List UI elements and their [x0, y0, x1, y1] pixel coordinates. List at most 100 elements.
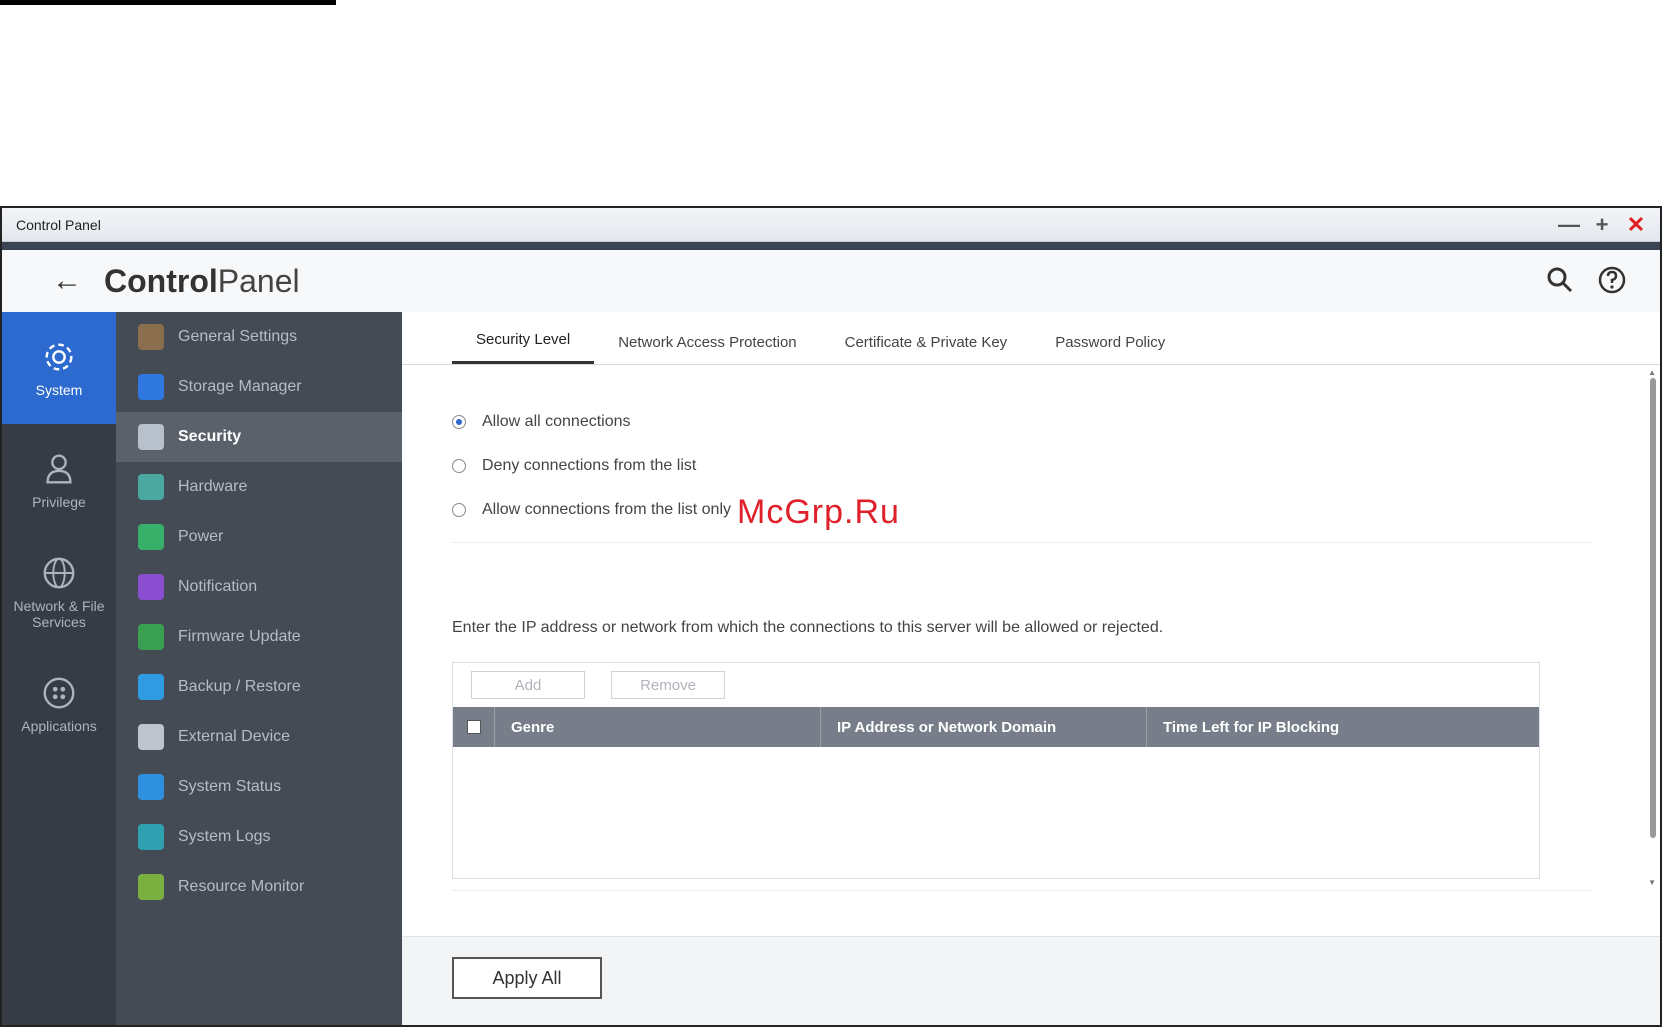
table-header: Genre IP Address or Network Domain Time …	[453, 707, 1539, 747]
main-content: Security Level Network Access Protection…	[402, 312, 1660, 1025]
radio-deny-list[interactable]: Deny connections from the list	[452, 444, 731, 488]
app-header: ← ControlPanel	[2, 250, 1660, 313]
nav-item-network[interactable]: Network & File Services	[2, 536, 116, 648]
column-header-ip-address[interactable]: IP Address or Network Domain	[821, 707, 1147, 747]
external-device-icon	[138, 724, 164, 750]
menu-item-general-settings[interactable]: General Settings	[116, 312, 402, 362]
notification-icon	[138, 574, 164, 600]
apps-icon	[43, 677, 75, 709]
menu-label: Storage Manager	[178, 378, 302, 395]
divider	[452, 542, 1592, 543]
menu-label: General Settings	[178, 328, 298, 345]
select-all-checkbox[interactable]	[467, 720, 481, 734]
menu-label: Security	[178, 428, 242, 445]
menu-item-backup-restore[interactable]: Backup / Restore	[116, 662, 402, 712]
nav-item-privilege[interactable]: Privilege	[2, 424, 116, 536]
firmware-icon	[138, 624, 164, 650]
nav-label: System	[35, 382, 83, 398]
user-icon	[46, 454, 72, 484]
radio-label: Allow all connections	[482, 413, 631, 430]
radio-label: Allow connections from the list only	[482, 501, 731, 518]
brand-bold: Control	[104, 262, 218, 299]
maximize-icon[interactable]: +	[1592, 213, 1612, 236]
security-level-options: Allow all connections Deny connections f…	[452, 400, 731, 532]
backup-icon	[138, 674, 164, 700]
ip-list-table: Add Remove Genre IP Address or Network D…	[452, 662, 1540, 879]
header-icons	[1544, 264, 1628, 296]
select-all-cell	[453, 707, 495, 747]
menu-item-system-logs[interactable]: System Logs	[116, 812, 402, 862]
menu-item-external-device[interactable]: External Device	[116, 712, 402, 762]
menu-item-security[interactable]: Security	[116, 412, 402, 462]
minimize-icon[interactable]: —	[1558, 213, 1580, 236]
menu-item-firmware-update[interactable]: Firmware Update	[116, 612, 402, 662]
radio-button[interactable]	[452, 503, 466, 517]
window-title: Control Panel	[16, 216, 101, 233]
menu-item-hardware[interactable]: Hardware	[116, 462, 402, 512]
tab-security-level[interactable]: Security Level	[452, 325, 595, 364]
help-icon[interactable]	[1596, 264, 1628, 296]
tab-certificate-private-key[interactable]: Certificate & Private Key	[821, 328, 1032, 364]
radio-button[interactable]	[452, 459, 466, 473]
column-header-time-left[interactable]: Time Left for IP Blocking	[1147, 707, 1539, 747]
gear-icon	[45, 343, 73, 371]
system-logs-icon	[138, 824, 164, 850]
scroll-down-icon[interactable]: ▼	[1648, 878, 1656, 887]
tab-network-access-protection[interactable]: Network Access Protection	[594, 328, 820, 364]
left-nav: System Privilege Network & File Services…	[2, 312, 116, 1025]
nav-label: Applications	[21, 718, 97, 734]
globe-icon	[43, 557, 75, 589]
menu-label: Power	[178, 528, 224, 545]
tab-bar: Security Level Network Access Protection…	[402, 312, 1660, 365]
window-titlebar: Control Panel — + ✕	[2, 208, 1660, 242]
menu-label: System Logs	[178, 828, 271, 845]
info-text: Enter the IP address or network from whi…	[452, 619, 1164, 636]
menu-item-resource-monitor[interactable]: Resource Monitor	[116, 862, 402, 912]
nav-label: Network & File Services	[13, 598, 105, 630]
footer-bar: Apply All	[402, 936, 1660, 1025]
nav-item-system[interactable]: System	[2, 312, 116, 424]
general-settings-icon	[138, 324, 164, 350]
column-header-genre[interactable]: Genre	[495, 707, 821, 747]
close-icon[interactable]: ✕	[1626, 213, 1646, 236]
table-toolbar: Add Remove	[453, 663, 1539, 707]
radio-label: Deny connections from the list	[482, 457, 697, 474]
top-black-bar	[0, 0, 336, 5]
menu-label: Backup / Restore	[178, 678, 301, 695]
resource-monitor-icon	[138, 874, 164, 900]
radio-allow-all[interactable]: Allow all connections	[452, 400, 731, 444]
security-icon	[138, 424, 164, 450]
remove-button[interactable]: Remove	[611, 671, 725, 699]
vertical-scrollbar[interactable]	[1650, 378, 1656, 838]
menu-label: Firmware Update	[178, 628, 301, 645]
nav-item-applications[interactable]: Applications	[2, 648, 116, 760]
menu-label: Notification	[178, 578, 258, 595]
hardware-icon	[138, 474, 164, 500]
watermark-text: McGrp.Ru	[737, 493, 900, 531]
menu-item-notification[interactable]: Notification	[116, 562, 402, 612]
menu-label: Resource Monitor	[178, 878, 305, 895]
app-brand: ControlPanel	[104, 263, 300, 300]
menu-item-power[interactable]: Power	[116, 512, 402, 562]
tab-password-policy[interactable]: Password Policy	[1031, 328, 1189, 364]
side-menu: General Settings Storage Manager Securit…	[116, 312, 402, 1025]
radio-button-selected[interactable]	[452, 415, 466, 429]
scroll-up-icon[interactable]: ▲	[1648, 368, 1656, 377]
nav-label: Privilege	[32, 494, 86, 510]
apply-all-button[interactable]: Apply All	[452, 957, 602, 999]
window-controls: — + ✕	[1558, 213, 1646, 236]
menu-label: External Device	[178, 728, 291, 745]
menu-label: System Status	[178, 778, 282, 795]
system-status-icon	[138, 774, 164, 800]
menu-item-system-status[interactable]: System Status	[116, 762, 402, 812]
storage-icon	[138, 374, 164, 400]
radio-allow-list-only[interactable]: Allow connections from the list only	[452, 488, 731, 532]
title-stripe	[2, 242, 1660, 250]
add-button[interactable]: Add	[471, 671, 585, 699]
control-panel-window: Control Panel — + ✕ ← ControlPanel Syste…	[0, 206, 1662, 1027]
menu-item-storage-manager[interactable]: Storage Manager	[116, 362, 402, 412]
search-icon[interactable]	[1544, 264, 1576, 296]
brand-light: Panel	[217, 262, 300, 299]
divider	[452, 890, 1592, 891]
back-arrow-icon[interactable]: ←	[52, 264, 82, 298]
